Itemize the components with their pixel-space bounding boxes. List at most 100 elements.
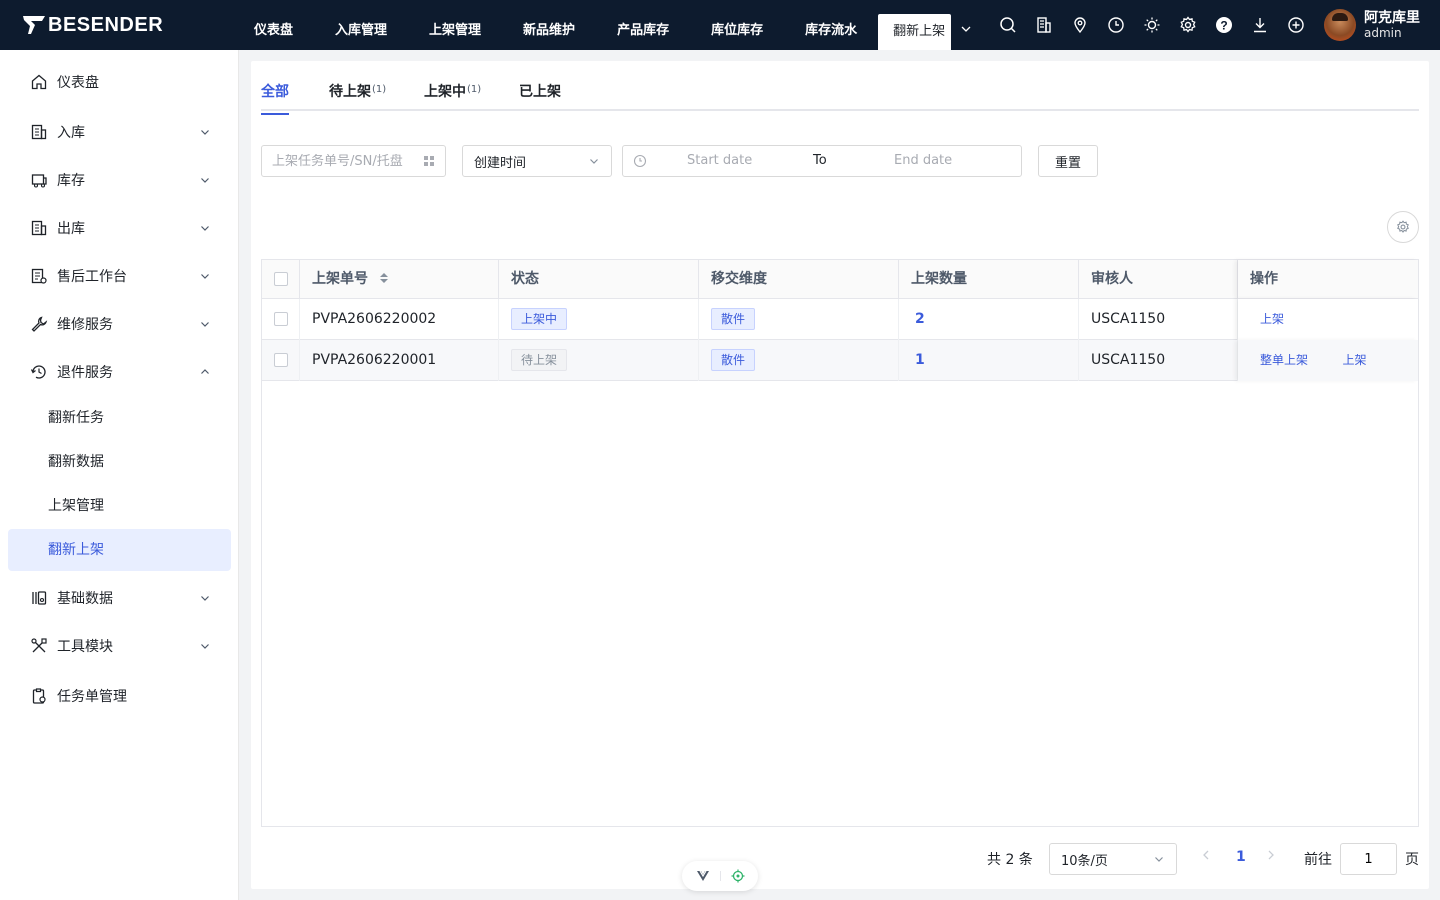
row-select-cell <box>262 340 300 381</box>
cell-reviewer: USCA1150 <box>1079 340 1238 381</box>
outbound-icon <box>30 219 48 237</box>
status-badge: 上架中 <box>511 308 568 330</box>
cell-qty[interactable]: 2 <box>899 299 1079 340</box>
sidebar-item-label: 出库 <box>57 221 85 237</box>
chevron-left-icon <box>1203 850 1209 860</box>
sidebar-item-returns[interactable]: 退件服务 <box>8 351 231 393</box>
inventory-icon <box>30 171 48 189</box>
time-type-select[interactable]: 创建时间 <box>462 145 612 177</box>
column-header-actions: 操作 <box>1238 260 1418 299</box>
end-date-input[interactable]: End date <box>894 153 952 168</box>
target-icon[interactable] <box>731 869 745 883</box>
brand-logo[interactable]: BESENDER <box>22 12 163 38</box>
sidebar-item-aftersales[interactable]: 售后工作台 <box>8 255 231 297</box>
sidebar-subitem-refurb-putaway[interactable]: 翻新上架 <box>8 529 231 571</box>
history-button[interactable] <box>1098 0 1134 50</box>
topnav-item-location-stock[interactable]: 库位库存 <box>690 0 784 50</box>
topnav-item-product-stock[interactable]: 产品库存 <box>596 0 690 50</box>
location-button[interactable] <box>1062 0 1098 50</box>
plus-circle-icon <box>1288 17 1304 33</box>
nav-more-button[interactable] <box>951 0 981 50</box>
putaway-link[interactable]: 上架 <box>1260 312 1284 326</box>
column-header-status: 状态 <box>499 260 699 299</box>
settings-button[interactable] <box>1170 0 1206 50</box>
cell-dimension: 散件 <box>699 340 899 381</box>
download-button[interactable] <box>1242 0 1278 50</box>
column-title: 上架单号 <box>312 271 368 287</box>
search-field[interactable] <box>261 145 446 177</box>
date-range-picker[interactable]: Start date To End date <box>622 145 1022 177</box>
tab-pending[interactable]: 待上架(1) <box>329 81 386 101</box>
sidebar-item-tools[interactable]: 工具模块 <box>8 625 231 667</box>
topnav-item-dashboard[interactable]: 仪表盘 <box>233 0 314 50</box>
sidebar-item-label: 任务单管理 <box>57 689 127 705</box>
add-button[interactable] <box>1278 0 1314 50</box>
cell-actions: 上架 <box>1238 299 1418 340</box>
column-header-qty: 上架数量 <box>899 260 1079 299</box>
user-name: 阿克库里 <box>1364 9 1420 26</box>
tab-completed[interactable]: 已上架 <box>519 81 561 101</box>
gear-icon <box>1180 16 1196 33</box>
sidebar-item-task-orders[interactable]: 任务单管理 <box>8 675 231 717</box>
warehouse-button[interactable] <box>1026 0 1062 50</box>
scan-icon[interactable] <box>423 155 435 167</box>
column-header-reviewer: 审核人 <box>1079 260 1238 299</box>
topnav-tab-refurb-putaway[interactable]: 翻新上架 <box>878 14 952 50</box>
sidebar-item-label: 仪表盘 <box>57 75 99 91</box>
sidebar-item-inventory[interactable]: 库存 <box>8 159 231 201</box>
sidebar-item-repair[interactable]: 维修服务 <box>8 303 231 345</box>
reset-button[interactable]: 重置 <box>1038 145 1098 177</box>
chevron-down-icon <box>201 596 209 601</box>
whole-order-putaway-link[interactable]: 整单上架 <box>1260 353 1308 367</box>
sun-icon <box>1144 17 1160 33</box>
next-page-button[interactable] <box>1266 849 1276 865</box>
avatar[interactable] <box>1324 9 1356 41</box>
sidebar-item-label: 入库 <box>57 125 85 141</box>
help-button[interactable]: ? <box>1206 0 1242 50</box>
search-input[interactable] <box>272 153 412 169</box>
theme-button[interactable] <box>1134 0 1170 50</box>
sidebar-item-dashboard[interactable]: 仪表盘 <box>8 61 231 103</box>
prev-page-button[interactable] <box>1201 849 1211 865</box>
sort-icon[interactable] <box>379 272 389 284</box>
topnav-item-new-product[interactable]: 新品维护 <box>502 0 596 50</box>
row-checkbox[interactable] <box>274 353 288 367</box>
sidebar-item-inbound[interactable]: 入库 <box>8 111 231 153</box>
vue-devtools-icon[interactable] <box>696 869 710 883</box>
page-number-current[interactable]: 1 <box>1236 849 1246 865</box>
page-size-select[interactable]: 10条/页 <box>1049 843 1177 875</box>
range-separator: To <box>813 153 827 168</box>
sidebar-subitem-refurb-data[interactable]: 翻新数据 <box>8 441 231 483</box>
tab-all[interactable]: 全部 <box>261 81 289 115</box>
column-header-order-no[interactable]: 上架单号 <box>300 260 499 299</box>
sidebar-item-outbound[interactable]: 出库 <box>8 207 231 249</box>
tab-label: 全部 <box>261 84 289 100</box>
row-checkbox[interactable] <box>274 312 288 326</box>
search-button[interactable] <box>990 0 1026 50</box>
tab-in-progress[interactable]: 上架中(1) <box>424 81 481 101</box>
sidebar-item-label: 基础数据 <box>57 591 113 607</box>
header-select-cell <box>262 260 300 299</box>
task-icon <box>30 687 48 705</box>
sidebar-subitem-refurb-task[interactable]: 翻新任务 <box>8 397 231 439</box>
tab-count: (1) <box>372 84 387 95</box>
select-all-checkbox[interactable] <box>274 272 288 286</box>
column-header-dimension: 移交维度 <box>699 260 899 299</box>
cell-order-no[interactable]: PVPA2606220002 <box>300 299 499 340</box>
putaway-link[interactable]: 上架 <box>1342 353 1366 367</box>
goto-page-input[interactable] <box>1340 843 1397 875</box>
sidebar-subitem-putaway-mgmt[interactable]: 上架管理 <box>8 485 231 527</box>
cell-order-no[interactable]: PVPA2606220001 <box>300 340 499 381</box>
goto-label: 前往 <box>1304 852 1332 868</box>
chevron-down-icon <box>201 644 209 649</box>
topnav-item-stock-flow[interactable]: 库存流水 <box>784 0 878 50</box>
sidebar-item-basic-data[interactable]: 基础数据 <box>8 577 231 619</box>
topnav-item-inbound[interactable]: 入库管理 <box>314 0 408 50</box>
chevron-down-icon <box>201 178 209 183</box>
cell-qty[interactable]: 1 <box>899 340 1079 381</box>
user-menu[interactable]: 阿克库里 admin <box>1324 9 1420 41</box>
topnav-item-putaway[interactable]: 上架管理 <box>408 0 502 50</box>
clock-icon <box>633 154 647 168</box>
start-date-input[interactable]: Start date <box>687 153 752 168</box>
column-settings-button[interactable] <box>1387 211 1419 243</box>
